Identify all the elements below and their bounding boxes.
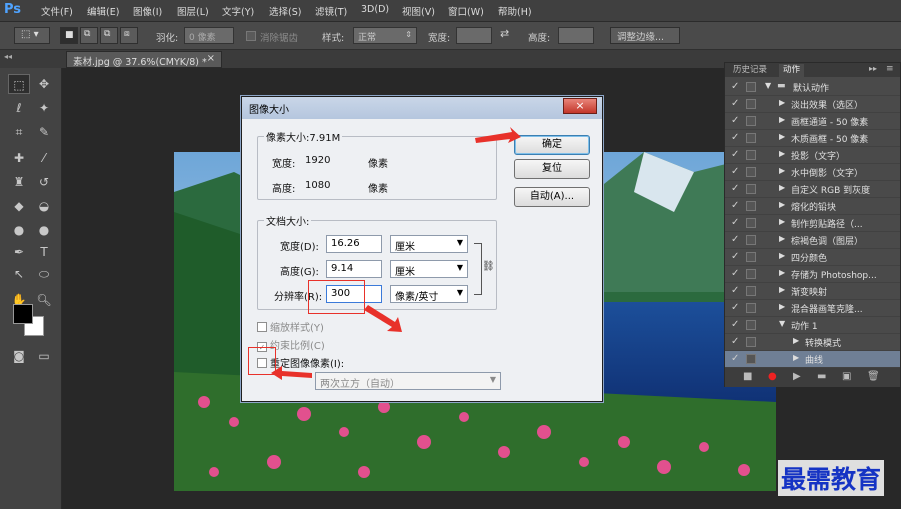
foreground-color-swatch-top[interactable]	[13, 304, 33, 324]
arrow-icon	[271, 127, 521, 380]
watermark-logo: 最需教育	[778, 460, 885, 496]
annotation-arrows	[271, 127, 521, 380]
